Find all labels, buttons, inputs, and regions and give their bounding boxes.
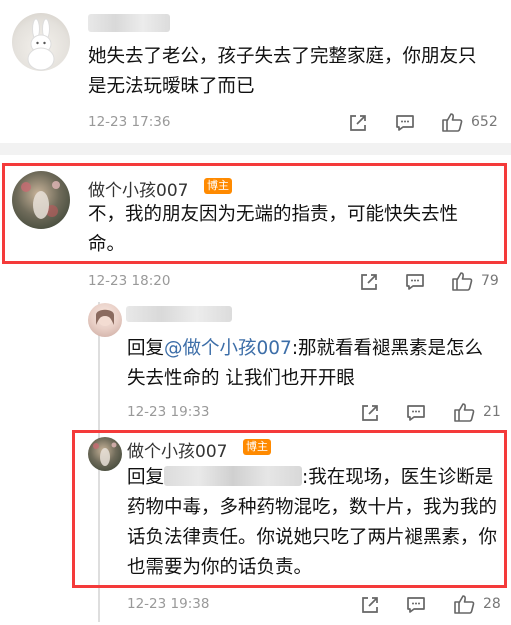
share-icon[interactable] <box>359 594 381 616</box>
comment-time: 12-23 19:38 <box>127 596 210 612</box>
like-count: 79 <box>481 273 499 289</box>
blogger-badge: 博主 <box>204 178 232 194</box>
username-blurred[interactable] <box>88 14 170 32</box>
comment-time: 12-23 17:36 <box>88 114 171 130</box>
reply-text: 回复@做个小孩007:那就看看褪黑素是怎么失去性命的 让我们也开开眼 <box>127 334 492 394</box>
thumbs-up-icon[interactable] <box>453 593 475 615</box>
username[interactable]: 做个小孩007 <box>127 437 227 462</box>
section-divider <box>0 143 511 155</box>
share-icon[interactable] <box>359 402 381 424</box>
avatar[interactable] <box>12 171 70 229</box>
flower-avatar-image <box>21 181 60 219</box>
mention-blurred[interactable] <box>164 466 303 486</box>
reply-prefix: 回复 <box>127 338 165 359</box>
comment-icon[interactable] <box>394 112 416 134</box>
blogger-badge: 博主 <box>243 439 271 455</box>
flower-avatar-image <box>93 442 117 466</box>
comment-text: 不，我的朋友因为无端的指责，可能快失去性命。 <box>88 204 459 255</box>
like-count: 21 <box>483 404 501 420</box>
thumbs-up-icon[interactable] <box>453 401 475 423</box>
girl-avatar-image <box>96 308 114 326</box>
thumbs-up-icon[interactable] <box>441 111 463 133</box>
reply-text: 回复:我在现场，医生诊断是药物中毒，多种药物混吃，数十片，我为我的话负法律责任。… <box>127 463 497 583</box>
share-icon[interactable] <box>358 271 380 293</box>
reply-prefix: 回复 <box>127 467 165 488</box>
comment-time: 12-23 18:20 <box>88 273 171 289</box>
comment-time: 12-23 19:33 <box>127 404 210 420</box>
comment-icon[interactable] <box>405 402 427 424</box>
thumbs-up-icon[interactable] <box>451 270 473 292</box>
like-count: 28 <box>483 596 501 612</box>
avatar[interactable] <box>12 13 70 71</box>
comment-text: 她失去了老公，孩子失去了完整家庭，你朋友只是无法玩暧昧了而已 <box>88 46 477 97</box>
username[interactable]: 做个小孩007 <box>88 176 188 201</box>
avatar[interactable] <box>88 303 122 337</box>
comment-icon[interactable] <box>405 594 427 616</box>
like-count: 652 <box>471 114 498 130</box>
username-blurred[interactable] <box>126 306 232 322</box>
comment-icon[interactable] <box>404 271 426 293</box>
rabbit-avatar-image <box>27 18 55 71</box>
avatar[interactable] <box>88 437 122 471</box>
share-icon[interactable] <box>347 112 369 134</box>
mention-link[interactable]: @做个小孩007 <box>164 338 292 359</box>
